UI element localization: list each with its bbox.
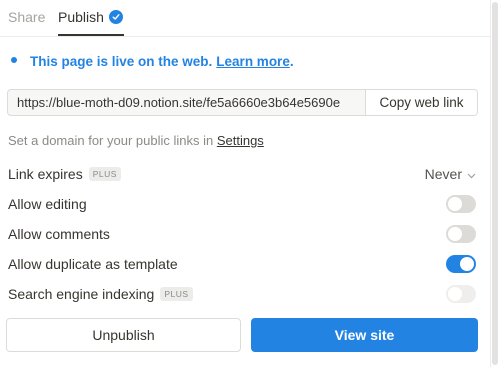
- toggle-knob: [448, 227, 462, 241]
- option-search-indexing: Search engine indexing PLUS: [8, 284, 476, 304]
- search-indexing-toggle[interactable]: [446, 285, 476, 303]
- toggle-knob: [460, 257, 474, 271]
- option-allow-comments: Allow comments: [8, 224, 476, 244]
- plus-badge: PLUS: [88, 167, 121, 181]
- live-message: This page is live on the web.: [30, 54, 213, 69]
- public-url-input[interactable]: https://blue-moth-d09.notion.site/fe5a66…: [17, 95, 367, 110]
- public-url-field: https://blue-moth-d09.notion.site/fe5a66…: [7, 89, 478, 116]
- active-tab-indicator: [58, 34, 124, 36]
- search-indexing-label-group: Search engine indexing PLUS: [8, 286, 193, 302]
- domain-hint: Set a domain for your public links in Se…: [8, 133, 264, 148]
- option-link-expires: Link expires PLUS Never: [8, 164, 476, 184]
- domain-hint-text: Set a domain for your public links in: [8, 133, 217, 148]
- toggle-knob: [448, 197, 462, 211]
- option-allow-duplicate: Allow duplicate as template: [8, 254, 476, 274]
- scrollbar[interactable]: [490, 0, 498, 367]
- tab-publish[interactable]: Publish: [58, 9, 123, 25]
- live-dot-icon: [11, 56, 17, 63]
- allow-comments-label: Allow comments: [8, 226, 110, 242]
- tab-publish-label: Publish: [58, 9, 104, 25]
- allow-duplicate-toggle[interactable]: [446, 255, 476, 273]
- learn-more-link[interactable]: Learn more: [216, 54, 290, 69]
- allow-editing-label: Allow editing: [8, 196, 87, 212]
- live-notice: This page is live on the web. Learn more…: [11, 54, 294, 69]
- chevron-down-icon: [467, 166, 476, 182]
- settings-link[interactable]: Settings: [217, 133, 264, 148]
- allow-editing-toggle[interactable]: [446, 195, 476, 213]
- plus-badge: PLUS: [160, 287, 193, 301]
- check-circle-icon: [108, 10, 123, 24]
- unpublish-button[interactable]: Unpublish: [6, 318, 241, 352]
- link-expires-label-group: Link expires PLUS: [8, 166, 121, 182]
- view-site-button[interactable]: View site: [251, 318, 478, 352]
- live-suffix: .: [289, 54, 294, 69]
- link-expires-value: Never: [424, 166, 462, 182]
- search-indexing-label: Search engine indexing: [8, 286, 155, 302]
- tab-share[interactable]: Share: [8, 9, 45, 25]
- allow-duplicate-label: Allow duplicate as template: [8, 256, 178, 272]
- scrollbar-thumb[interactable]: [492, 2, 498, 365]
- link-expires-select[interactable]: Never: [425, 166, 476, 182]
- option-allow-editing: Allow editing: [8, 194, 476, 214]
- link-expires-label: Link expires: [8, 166, 83, 182]
- tab-bar: Share Publish: [0, 0, 490, 37]
- allow-comments-toggle[interactable]: [446, 225, 476, 243]
- copy-web-link-button[interactable]: Copy web link: [365, 90, 477, 115]
- toggle-knob: [448, 287, 462, 301]
